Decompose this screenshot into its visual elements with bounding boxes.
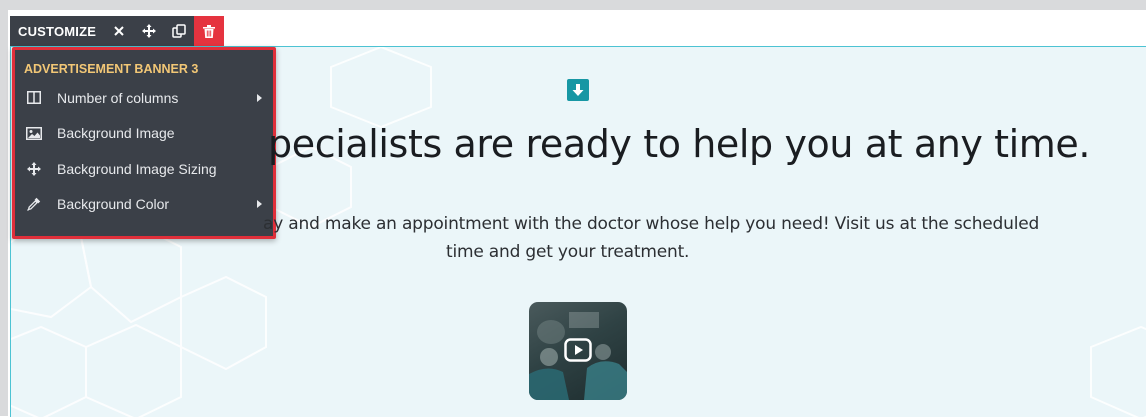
move-arrows-icon [25, 160, 43, 178]
menu-title: ADVERTISEMENT BANNER 3 [24, 62, 199, 76]
close-icon [114, 26, 124, 36]
submenu-arrow-icon [257, 93, 262, 102]
menu-item-background-color[interactable]: Background Color [15, 187, 273, 223]
duplicate-button[interactable] [164, 16, 194, 46]
move-button[interactable] [134, 16, 164, 46]
move-icon [142, 24, 157, 38]
image-icon [25, 124, 43, 142]
arrow-down-icon [567, 79, 589, 101]
menu-item-label: Background Image [57, 125, 175, 142]
menu-item-label: Background Image Sizing [57, 160, 217, 177]
customize-toolbar: CUSTOMIZE [10, 16, 225, 46]
banner-description-line-1: ay and make an appointment with the doct… [263, 214, 1040, 234]
banner-description: ay and make an appointment with the doct… [263, 210, 1143, 266]
customize-dropdown-menu: ADVERTISEMENT BANNER 3 Number of columns… [12, 47, 276, 239]
menu-item-background-image-sizing[interactable]: Background Image Sizing [15, 151, 273, 187]
play-icon [564, 338, 592, 362]
trash-icon [203, 24, 216, 38]
submenu-arrow-icon [257, 200, 262, 209]
menu-item-label: Number of columns [57, 89, 179, 106]
menu-item-label: Background Color [57, 196, 170, 213]
duplicate-icon [172, 24, 186, 38]
eyedropper-icon [25, 195, 43, 213]
delete-button[interactable] [194, 16, 225, 46]
menu-item-number-of-columns[interactable]: Number of columns [15, 80, 273, 116]
columns-icon [25, 89, 43, 107]
banner-headline: pecialists are ready to help you at any … [268, 122, 1091, 166]
menu-item-background-image[interactable]: Background Image [15, 116, 273, 152]
customize-label: CUSTOMIZE [18, 23, 97, 39]
video-thumbnail[interactable] [529, 302, 627, 400]
banner-description-line-2: time and get your treatment. [446, 242, 690, 262]
close-button[interactable] [104, 16, 134, 46]
